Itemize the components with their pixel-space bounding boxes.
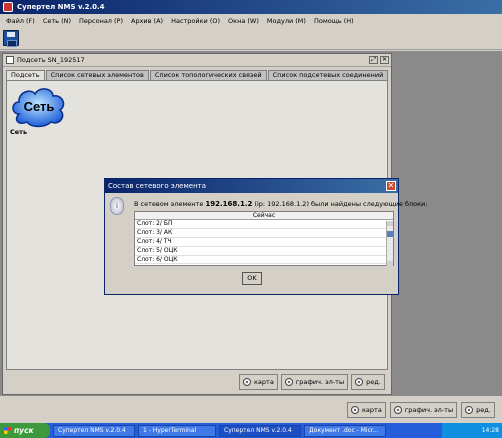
toolbar xyxy=(0,28,502,50)
main-map-button[interactable]: карта xyxy=(347,402,386,418)
menu-windows[interactable]: Окна (W) xyxy=(224,17,263,25)
table-scrollbar[interactable] xyxy=(386,221,393,266)
tab-topology-links[interactable]: Список топологических связей xyxy=(149,70,267,80)
table-row[interactable]: Слот: 2/ БП xyxy=(135,220,387,229)
radio-icon xyxy=(393,406,402,414)
main-buttons: карта графич. эл-ты ред. xyxy=(347,402,495,418)
main-window: Супертел NMS v.2.0.4 Файл (F) Сеть (N) П… xyxy=(0,0,502,438)
radio-icon xyxy=(351,406,359,414)
app-icon xyxy=(3,2,13,12)
table-row[interactable]: Слот: 4/ ТЧ xyxy=(135,238,387,247)
subnet-buttons: карта графич. эл-ты ред. xyxy=(239,374,385,390)
start-button[interactable]: пуск xyxy=(0,423,50,438)
tab-subnet-connections[interactable]: Список подсетевых соединений xyxy=(267,70,389,80)
radio-icon xyxy=(284,378,293,386)
subnet-tabs: Подсеть Список сетевых элементов Список … xyxy=(6,70,389,80)
cloud-text: Сеть xyxy=(24,99,55,114)
clock: 14:28 xyxy=(481,427,499,434)
element-composition-dialog: Состав сетевого элемента ✕ i В сетевом э… xyxy=(104,178,427,295)
window-icon xyxy=(6,56,14,64)
main-edit-button[interactable]: ред. xyxy=(461,402,495,418)
system-tray: 14:28 xyxy=(442,423,502,438)
menu-file[interactable]: Файл (F) xyxy=(2,17,39,25)
radio-icon xyxy=(465,406,474,414)
table-row[interactable]: Слот: 6/ ОЦК xyxy=(135,256,387,265)
radio-icon xyxy=(355,378,364,386)
tab-subnet[interactable]: Подсеть xyxy=(6,70,45,80)
info-icon: i xyxy=(110,197,124,215)
menu-network[interactable]: Сеть (N) xyxy=(39,17,75,25)
menu-settings[interactable]: Настройки (O) xyxy=(167,17,224,25)
network-cloud-icon[interactable]: Сеть xyxy=(9,84,69,128)
taskbar-item[interactable]: Супертел NMS v.2.0.4 xyxy=(219,424,301,437)
cloud-label: Сеть xyxy=(10,128,28,136)
taskbar-item[interactable]: Супертел NMS v.2.0.4 xyxy=(53,424,135,437)
save-icon[interactable] xyxy=(3,30,19,47)
map-button[interactable]: карта xyxy=(239,374,278,390)
menu-help[interactable]: Помощь (H) xyxy=(310,17,358,25)
tab-network-elements[interactable]: Список сетевых элементов xyxy=(45,70,149,80)
edit-button[interactable]: ред. xyxy=(351,374,385,390)
column-header: Сейчас xyxy=(135,212,393,220)
radio-icon xyxy=(243,378,251,386)
table-row[interactable]: Слот: 3/ АК xyxy=(135,229,387,238)
menu-personnel[interactable]: Персонал (P) xyxy=(75,17,127,25)
dialog-close-icon[interactable]: ✕ xyxy=(386,181,396,191)
close-icon[interactable]: ✕ xyxy=(380,56,389,64)
ok-button[interactable]: OK xyxy=(242,272,262,285)
dialog-message: В сетевом элементе 192.168.1.2 (ip: 192.… xyxy=(134,200,428,208)
menu-archive[interactable]: Архив (A) xyxy=(127,17,167,25)
taskbar-item[interactable]: 1 - HyperTerminal xyxy=(138,424,216,437)
table-row[interactable]: Слот: 5/ ОЦК xyxy=(135,247,387,256)
subnet-window-titlebar: Подсеть SN_192517 ⤢ ✕ xyxy=(3,54,391,67)
scroll-up-icon[interactable] xyxy=(387,221,393,226)
window-title: Супертел NMS v.2.0.4 xyxy=(17,3,105,11)
graphic-elements-button[interactable]: графич. эл-ты xyxy=(280,374,349,390)
scroll-thumb[interactable] xyxy=(387,231,393,237)
subnet-window-title: Подсеть SN_192517 xyxy=(17,56,85,64)
taskbar-item[interactable]: Документ .doc - Micr... xyxy=(304,424,386,437)
window-titlebar: Супертел NMS v.2.0.4 xyxy=(0,0,502,14)
scroll-down-icon[interactable] xyxy=(387,261,393,266)
taskbar: пуск Супертел NMS v.2.0.4 1 - HyperTermi… xyxy=(0,423,502,438)
dialog-title: Состав сетевого элемента xyxy=(108,182,207,190)
menu-modules[interactable]: Модули (M) xyxy=(263,17,310,25)
element-ip: 192.168.1.2 xyxy=(205,200,253,208)
blocks-table: Сейчас Слот: 2/ БП Слот: 3/ АК Слот: 4/ … xyxy=(134,211,394,266)
main-graphic-elements-button[interactable]: графич. эл-ты xyxy=(389,402,458,418)
menubar: Файл (F) Сеть (N) Персонал (P) Архив (A)… xyxy=(0,14,502,28)
dialog-titlebar: Состав сетевого элемента xyxy=(105,179,398,193)
restore-icon[interactable]: ⤢ xyxy=(369,56,378,64)
